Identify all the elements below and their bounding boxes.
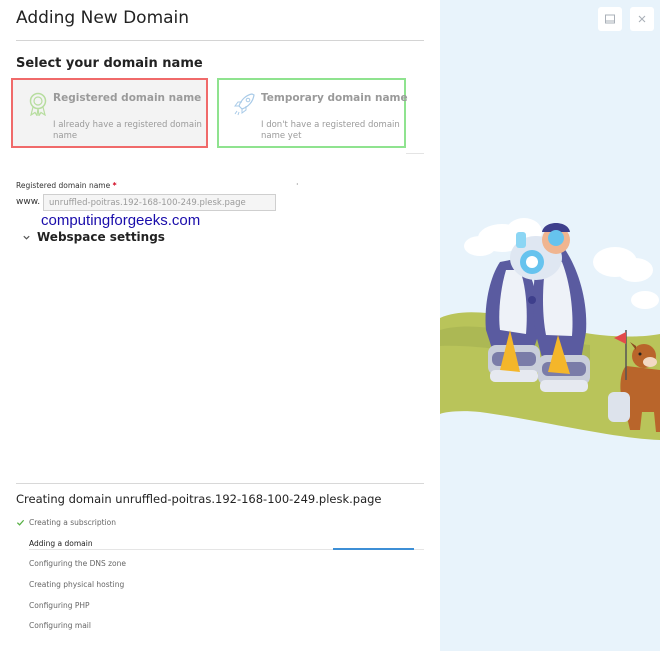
illustration-panel	[440, 0, 660, 651]
rocket-icon	[234, 93, 255, 116]
www-prefix: www.	[16, 197, 41, 207]
domain-field-label: Registered domain name *	[16, 181, 117, 190]
step-progress-bar	[333, 548, 414, 550]
award-icon	[29, 92, 47, 116]
domain-name-input[interactable]	[43, 194, 276, 211]
required-marker: *	[112, 181, 117, 190]
title-divider	[16, 40, 424, 41]
expand-button[interactable]	[598, 7, 622, 31]
webspace-settings-label: Webspace settings	[37, 230, 165, 244]
webspace-settings-toggle[interactable]: Webspace settings	[22, 230, 165, 244]
registered-option-title: Registered domain name	[53, 92, 202, 104]
step-adding-domain: Adding a domain	[29, 539, 93, 548]
temporary-option-title: Temporary domain name	[261, 92, 408, 104]
step-configuring-php: Configuring PHP	[29, 601, 90, 610]
chevron-down-icon	[23, 235, 30, 240]
expand-icon	[605, 14, 615, 24]
robot-illustration	[440, 218, 660, 440]
close-button[interactable]	[630, 7, 654, 31]
step-configuring-dns: Configuring the DNS zone	[29, 559, 126, 568]
step-creating-subscription: Creating a subscription	[29, 518, 117, 527]
dialog-panel: Adding New Domain Select your domain nam…	[0, 0, 440, 651]
dialog-title: Adding New Domain	[16, 8, 190, 28]
watermark-text: computingforgeeks.com	[41, 212, 201, 229]
field-label-text: Registered domain name	[16, 181, 111, 190]
registered-domain-option[interactable]: Registered domain name I already have a …	[11, 78, 208, 148]
section-heading: Select your domain name	[16, 56, 203, 71]
temporary-option-description: I don't have a registered domain name ye…	[261, 120, 400, 141]
check-icon	[16, 519, 25, 526]
close-icon	[638, 15, 646, 23]
temporary-domain-option[interactable]: Temporary domain name I don't have a reg…	[217, 78, 408, 148]
step-physical-hosting: Creating physical hosting	[29, 580, 125, 589]
progress-divider	[16, 483, 424, 484]
registered-option-description: I already have a registered domain name	[53, 120, 202, 141]
creating-domain-title: Creating domain unruffled-poitras.192-16…	[16, 492, 382, 506]
step-configuring-mail: Configuring mail	[29, 621, 91, 630]
separator-dot: ·	[296, 180, 299, 189]
option-divider	[406, 153, 424, 154]
